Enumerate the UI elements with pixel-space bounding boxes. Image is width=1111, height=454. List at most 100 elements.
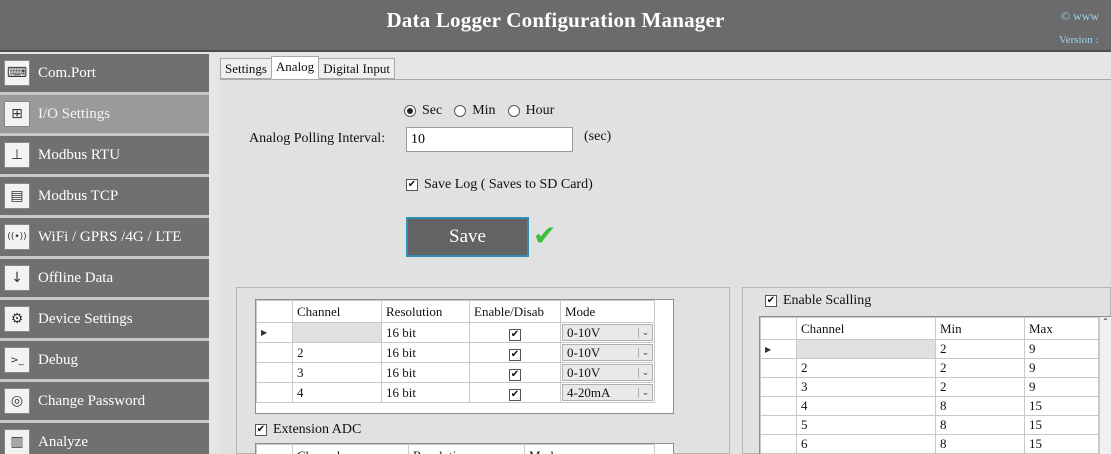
max-cell[interactable]: 9: [1024, 377, 1099, 397]
max-cell[interactable]: 15: [1024, 415, 1099, 435]
chevron-down-icon[interactable]: ⌄: [638, 327, 652, 338]
tab-settings[interactable]: Settings: [220, 58, 272, 79]
extension-adc-checkbox[interactable]: ✔ Extension ADC: [255, 422, 361, 438]
save-button[interactable]: Save: [406, 217, 529, 257]
channel-cell[interactable]: 6: [796, 434, 936, 454]
min-cell[interactable]: 8: [935, 434, 1025, 454]
sidebar-item-debug[interactable]: >_ Debug: [0, 341, 209, 379]
tab-digital-input[interactable]: Digital Input: [318, 58, 395, 79]
sidebar-item-label: Debug: [38, 351, 78, 368]
table-row[interactable]: 2 2 9: [760, 358, 1099, 378]
sidebar-item-change-password[interactable]: ◎ Change Password: [0, 382, 209, 420]
column-header[interactable]: Mode: [560, 300, 655, 323]
sidebar-item-analyze[interactable]: ▥ Analyze: [0, 423, 209, 454]
sidebar-item-label: Offline Data: [38, 269, 114, 286]
channel-cell[interactable]: 5: [796, 415, 936, 435]
min-cell[interactable]: 8: [935, 415, 1025, 435]
resolution-cell[interactable]: 16 bit: [381, 342, 470, 363]
table-row[interactable]: 6 8 15: [760, 434, 1099, 454]
table-row[interactable]: 4 8 15: [760, 396, 1099, 416]
table-row[interactable]: 4 16 bit ✔ 4-20mA ⌄: [256, 382, 655, 403]
channel-cell[interactable]: 2: [292, 342, 382, 363]
enable-scaling-checkbox[interactable]: ✔ Enable Scalling: [765, 293, 871, 309]
radio-min[interactable]: Min: [454, 103, 496, 119]
vertical-scrollbar[interactable]: ⌃: [1099, 317, 1111, 454]
mode-value: 0-10V: [567, 364, 601, 380]
max-cell[interactable]: 15: [1024, 434, 1099, 454]
mode-dropdown[interactable]: 0-10V ⌄: [562, 324, 653, 341]
column-header[interactable]: Channel: [292, 444, 409, 454]
row-header: [760, 434, 797, 454]
column-header[interactable]: Resolution: [408, 444, 525, 454]
radio-button[interactable]: [454, 105, 467, 117]
row-header-corner: [256, 300, 293, 323]
radio-button[interactable]: [507, 105, 520, 117]
title-bar: Data Logger Configuration Manager © www …: [0, 0, 1111, 52]
max-cell[interactable]: 9: [1024, 358, 1099, 378]
table-row[interactable]: ▶ 1 16 bit ✔ 0-10V ⌄: [256, 322, 655, 343]
sidebar-item-modbus-tcp[interactable]: ▤ Modbus TCP: [0, 177, 209, 215]
sidebar-item-com-port[interactable]: ⌨ Com.Port: [0, 54, 209, 92]
max-cell[interactable]: 9: [1024, 339, 1099, 359]
sidebar-item-label: Com.Port: [38, 64, 96, 81]
column-header[interactable]: Channel: [796, 317, 936, 340]
chevron-down-icon[interactable]: ⌄: [638, 367, 652, 378]
checkbox-check-icon[interactable]: ✔: [406, 179, 418, 191]
min-cell[interactable]: 2: [935, 339, 1025, 359]
polling-interval-input[interactable]: [406, 127, 573, 152]
row-header-corner: [256, 444, 293, 454]
chevron-down-icon[interactable]: ⌄: [638, 347, 652, 358]
table-row[interactable]: 3 16 bit ✔ 0-10V ⌄: [256, 362, 655, 383]
enable-checkbox[interactable]: ✔: [509, 388, 521, 401]
chevron-down-icon[interactable]: ⌄: [638, 387, 652, 398]
resolution-cell[interactable]: 16 bit: [381, 362, 470, 383]
channel-cell[interactable]: 2: [796, 358, 936, 378]
column-header[interactable]: Max: [1024, 317, 1099, 340]
mode-value: 4-20mA: [567, 384, 611, 400]
column-header[interactable]: Min: [935, 317, 1025, 340]
min-cell[interactable]: 2: [935, 377, 1025, 397]
mode-value: 0-10V: [567, 324, 601, 340]
radio-button[interactable]: [404, 105, 416, 117]
mode-dropdown[interactable]: 4-20mA ⌄: [562, 384, 653, 401]
column-header[interactable]: Channel: [292, 300, 382, 323]
max-cell[interactable]: 15: [1024, 396, 1099, 416]
sidebar-item-modbus-rtu[interactable]: ⊥ Modbus RTU: [0, 136, 209, 174]
mode-dropdown[interactable]: 0-10V ⌄: [562, 364, 653, 381]
table-row[interactable]: ▶ 1 2 9: [760, 339, 1099, 359]
radio-sec[interactable]: Sec: [404, 103, 442, 119]
channel-cell[interactable]: 4: [292, 382, 382, 403]
copyright-link[interactable]: © www: [1061, 9, 1099, 24]
checkbox-check-icon[interactable]: ✔: [255, 424, 267, 436]
sidebar-item-label: WiFi / GPRS /4G / LTE: [38, 228, 182, 245]
sidebar-item-device-settings[interactable]: ⚙ Device Settings: [0, 300, 209, 338]
channel-cell[interactable]: 4: [796, 396, 936, 416]
channel-cell[interactable]: 3: [292, 362, 382, 383]
resolution-cell[interactable]: 16 bit: [381, 382, 470, 403]
table-row[interactable]: 2 16 bit ✔ 0-10V ⌄: [256, 342, 655, 363]
sidebar-item-wifi-gprs[interactable]: ((•)) WiFi / GPRS /4G / LTE: [0, 218, 209, 256]
row-header: [256, 362, 293, 383]
table-row[interactable]: 5 8 15: [760, 415, 1099, 435]
column-header[interactable]: Mode: [524, 444, 655, 454]
enable-checkbox[interactable]: ✔: [509, 328, 521, 341]
mode-dropdown[interactable]: 0-10V ⌄: [562, 344, 653, 361]
enable-checkbox[interactable]: ✔: [509, 368, 521, 381]
sidebar-item-io-settings[interactable]: ⊞ I/O Settings: [0, 95, 209, 133]
column-header[interactable]: Enable/Disab: [469, 300, 561, 323]
min-cell[interactable]: 2: [935, 358, 1025, 378]
sidebar-item-offline-data[interactable]: ↓ Offline Data: [0, 259, 209, 297]
scroll-up-arrow-icon[interactable]: ⌃: [1100, 317, 1111, 326]
enable-checkbox[interactable]: ✔: [509, 348, 521, 361]
tab-analog[interactable]: Analog: [270, 56, 320, 79]
channel-cell[interactable]: 3: [796, 377, 936, 397]
channel-cell[interactable]: 1: [292, 322, 382, 343]
min-cell[interactable]: 8: [935, 396, 1025, 416]
save-log-checkbox[interactable]: ✔ Save Log ( Saves to SD Card): [406, 177, 593, 193]
radio-hour[interactable]: Hour: [507, 103, 554, 119]
table-row[interactable]: 3 2 9: [760, 377, 1099, 397]
checkbox-check-icon[interactable]: ✔: [765, 295, 777, 307]
column-header[interactable]: Resolution: [381, 300, 470, 323]
channel-cell[interactable]: 1: [796, 339, 936, 359]
resolution-cell[interactable]: 16 bit: [381, 322, 470, 343]
